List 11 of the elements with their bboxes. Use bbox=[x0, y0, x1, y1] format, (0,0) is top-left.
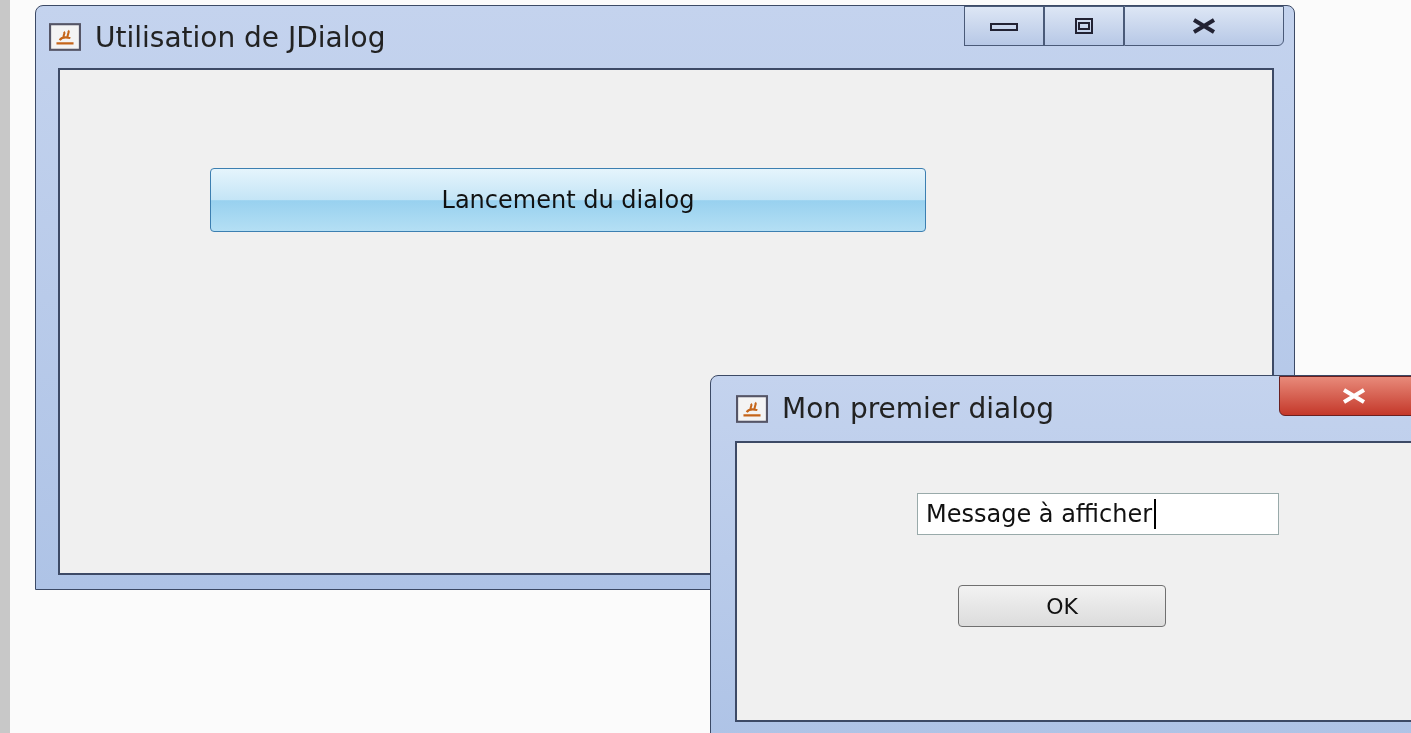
ok-button[interactable]: OK bbox=[958, 585, 1166, 627]
launch-button[interactable]: Lancement du dialog bbox=[210, 168, 926, 232]
dialog-title: Mon premier dialog bbox=[782, 392, 1054, 425]
close-button[interactable] bbox=[1279, 376, 1411, 416]
java-cup-icon bbox=[736, 394, 768, 423]
close-button[interactable] bbox=[1124, 6, 1284, 46]
maximize-button[interactable] bbox=[1044, 6, 1124, 46]
java-cup-icon bbox=[49, 23, 81, 51]
window-title: Utilisation de JDialog bbox=[95, 20, 386, 54]
message-input-field[interactable]: Message à afficher bbox=[917, 493, 1279, 535]
minimize-button[interactable] bbox=[964, 6, 1044, 46]
